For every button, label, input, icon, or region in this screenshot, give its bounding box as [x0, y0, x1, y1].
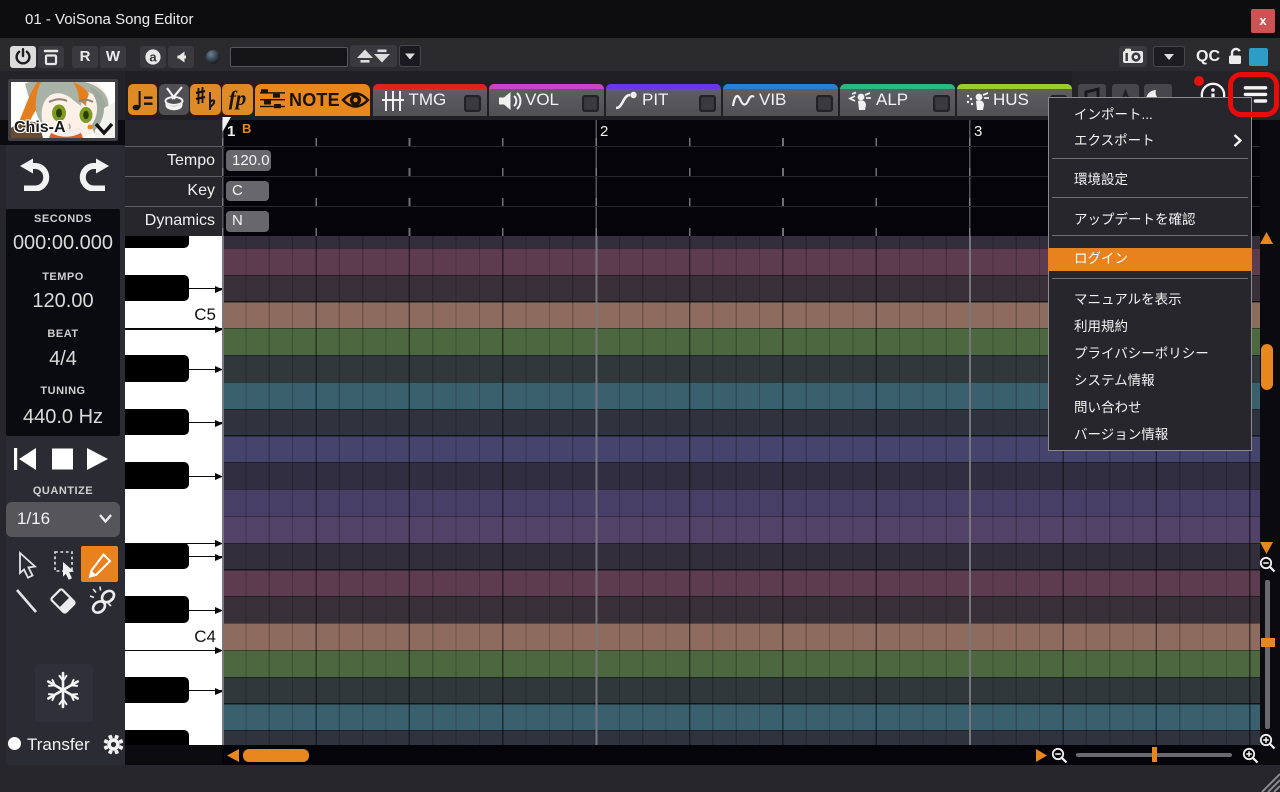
svg-text:a: a — [149, 49, 157, 64]
